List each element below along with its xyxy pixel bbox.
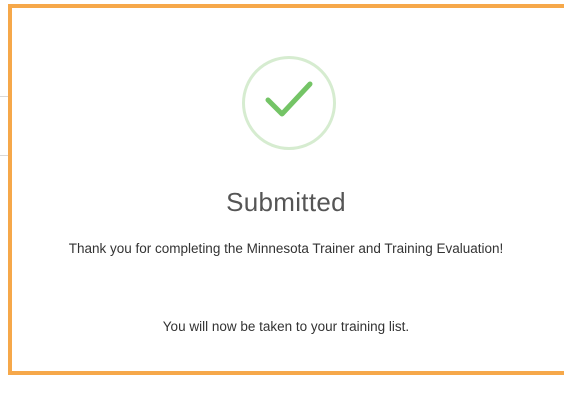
submission-dialog: Submitted Thank you for completing the M… (8, 4, 564, 375)
checkmark-icon (265, 81, 313, 117)
page: Submitted Thank you for completing the M… (0, 0, 564, 401)
redirect-note: You will now be taken to your training l… (162, 319, 410, 334)
success-indicator (242, 56, 336, 150)
confirmation-message: Thank you for completing the Minnesota T… (68, 241, 504, 256)
dialog-content: Submitted Thank you for completing the M… (12, 8, 564, 371)
dialog-title: Submitted (226, 187, 346, 217)
